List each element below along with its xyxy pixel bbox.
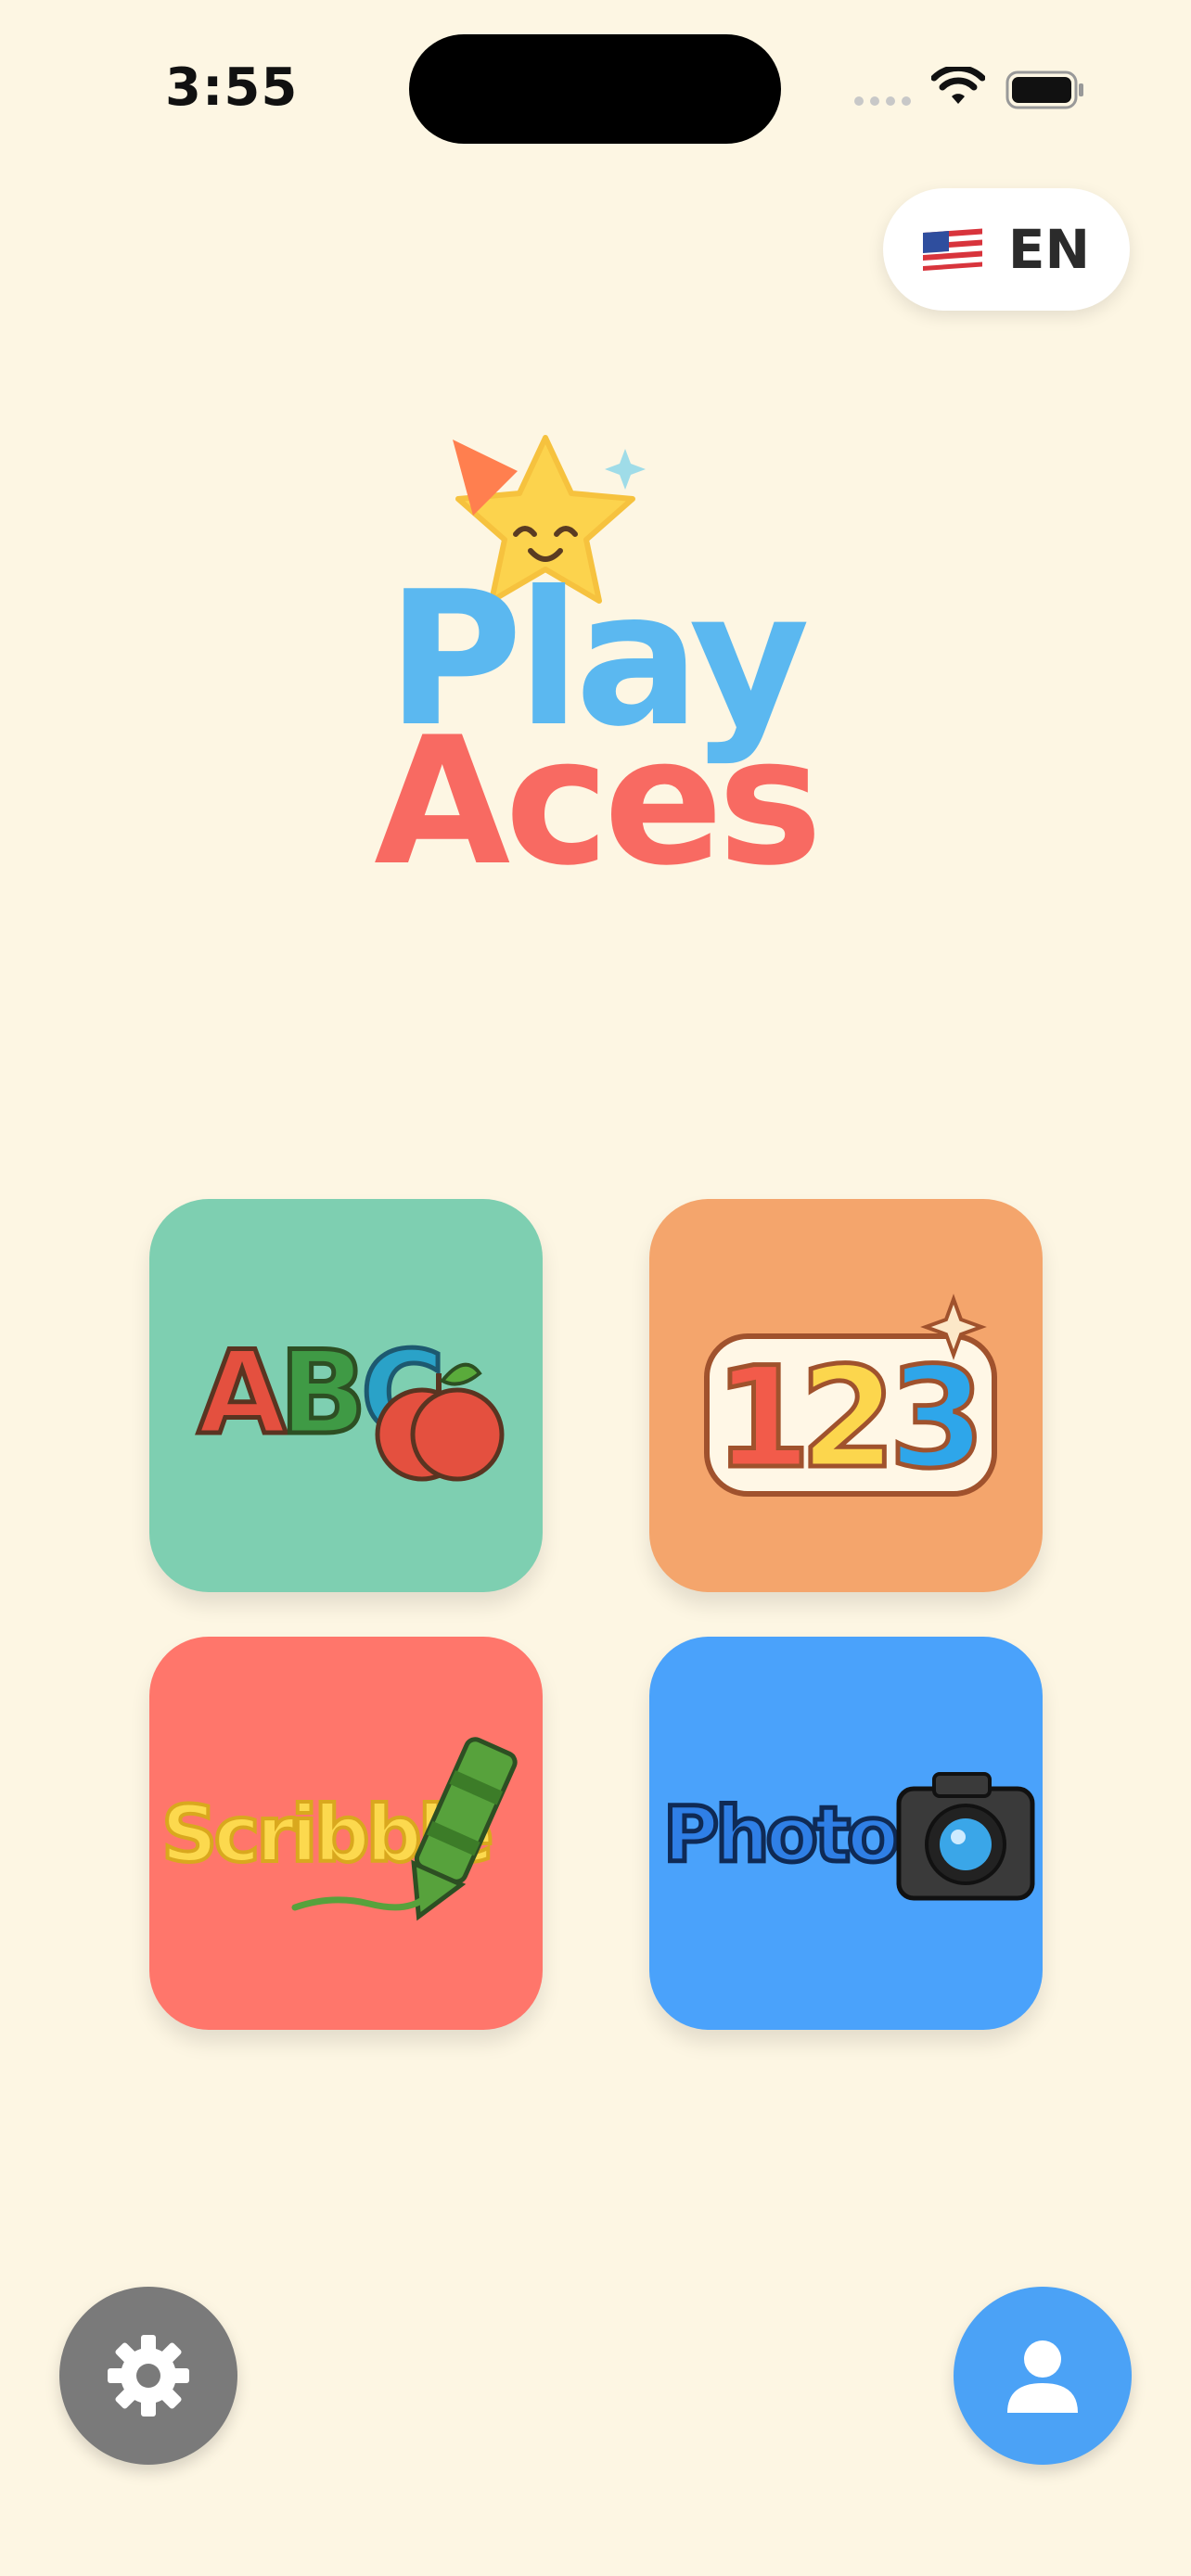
- number-three: 3: [889, 1338, 985, 1499]
- battery-icon: [1005, 70, 1083, 109]
- numbers-game-tile[interactable]: 1 2 3: [649, 1199, 1043, 1592]
- us-flag-icon: [922, 228, 982, 271]
- wifi-icon: [931, 67, 985, 104]
- abc-letter-a: A: [198, 1327, 287, 1460]
- dynamic-island: [409, 34, 781, 144]
- number-two: 2: [800, 1338, 896, 1499]
- abc-letter-b: B: [279, 1327, 367, 1460]
- gear-icon: [108, 2335, 189, 2417]
- photos-game-tile[interactable]: Photos: [649, 1637, 1043, 2030]
- language-label: EN: [1007, 218, 1091, 281]
- settings-button[interactable]: [59, 2287, 237, 2465]
- logo-text-aces: Aces: [374, 699, 823, 904]
- signal-dots-icon: [854, 96, 911, 106]
- photos-word: Photos: [663, 1792, 937, 1880]
- scribble-game-tile[interactable]: Scribble: [149, 1637, 543, 2030]
- status-time: 3:55: [165, 57, 299, 118]
- camera-icon: [896, 1772, 1035, 1901]
- profile-button[interactable]: [954, 2287, 1132, 2465]
- abc-game-tile[interactable]: A B C: [149, 1199, 543, 1592]
- language-selector-button[interactable]: EN: [883, 188, 1130, 311]
- number-one: 1: [714, 1338, 811, 1499]
- person-icon: [1007, 2340, 1078, 2413]
